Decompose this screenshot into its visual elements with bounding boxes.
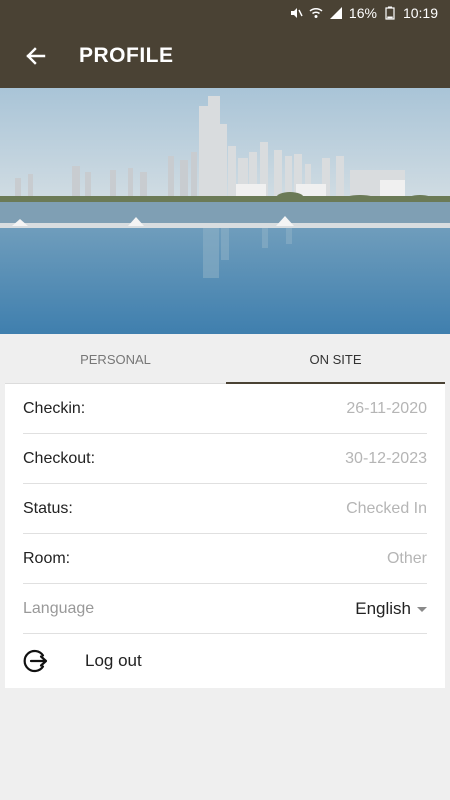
- status-row: Status: Checked In: [23, 484, 427, 534]
- language-label: Language: [23, 599, 95, 617]
- logout-button[interactable]: Log out: [23, 634, 427, 688]
- language-row: Language English: [23, 584, 427, 634]
- mute-icon: [289, 6, 303, 20]
- checkout-label: Checkout:: [23, 449, 96, 467]
- chevron-down-icon: [417, 607, 427, 612]
- checkin-row: Checkin: 26-11-2020: [23, 384, 427, 434]
- checkout-value: 30-12-2023: [345, 449, 427, 467]
- logout-label: Log out: [85, 651, 142, 670]
- tab-personal[interactable]: PERSONAL: [5, 334, 226, 384]
- back-button[interactable]: [18, 42, 52, 74]
- clock: 10:19: [402, 5, 438, 21]
- room-value: Other: [386, 549, 427, 567]
- tab-on-site[interactable]: ON SITE: [226, 334, 445, 384]
- wifi-icon: [309, 6, 323, 20]
- status-value: Checked In: [346, 499, 427, 517]
- checkout-row: Checkout: 30-12-2023: [23, 434, 427, 484]
- language-select[interactable]: English: [355, 599, 427, 619]
- tab-bar: PERSONAL ON SITE: [0, 334, 450, 384]
- page-title: PROFILE: [79, 44, 174, 67]
- signal-icon: [329, 6, 343, 20]
- app-bar: PROFILE: [0, 28, 450, 88]
- status-bar: 16% 10:19: [0, 0, 450, 28]
- battery-icon: [383, 6, 397, 20]
- status-label: Status:: [23, 499, 73, 517]
- room-row: Room: Other: [23, 534, 427, 584]
- arrow-left-icon: [24, 45, 46, 72]
- language-selected-value: English: [355, 598, 411, 618]
- checkin-label: Checkin:: [23, 399, 86, 417]
- hero-image: [0, 88, 450, 334]
- city-skyline-photo: [0, 88, 450, 334]
- room-label: Room:: [23, 549, 71, 567]
- on-site-card: Checkin: 26-11-2020 Checkout: 30-12-2023…: [5, 384, 445, 688]
- checkin-value: 26-11-2020: [346, 399, 427, 417]
- battery-percent: 16%: [348, 5, 377, 21]
- status-icons: 16% 10:19: [289, 5, 438, 21]
- logout-icon: [23, 648, 49, 674]
